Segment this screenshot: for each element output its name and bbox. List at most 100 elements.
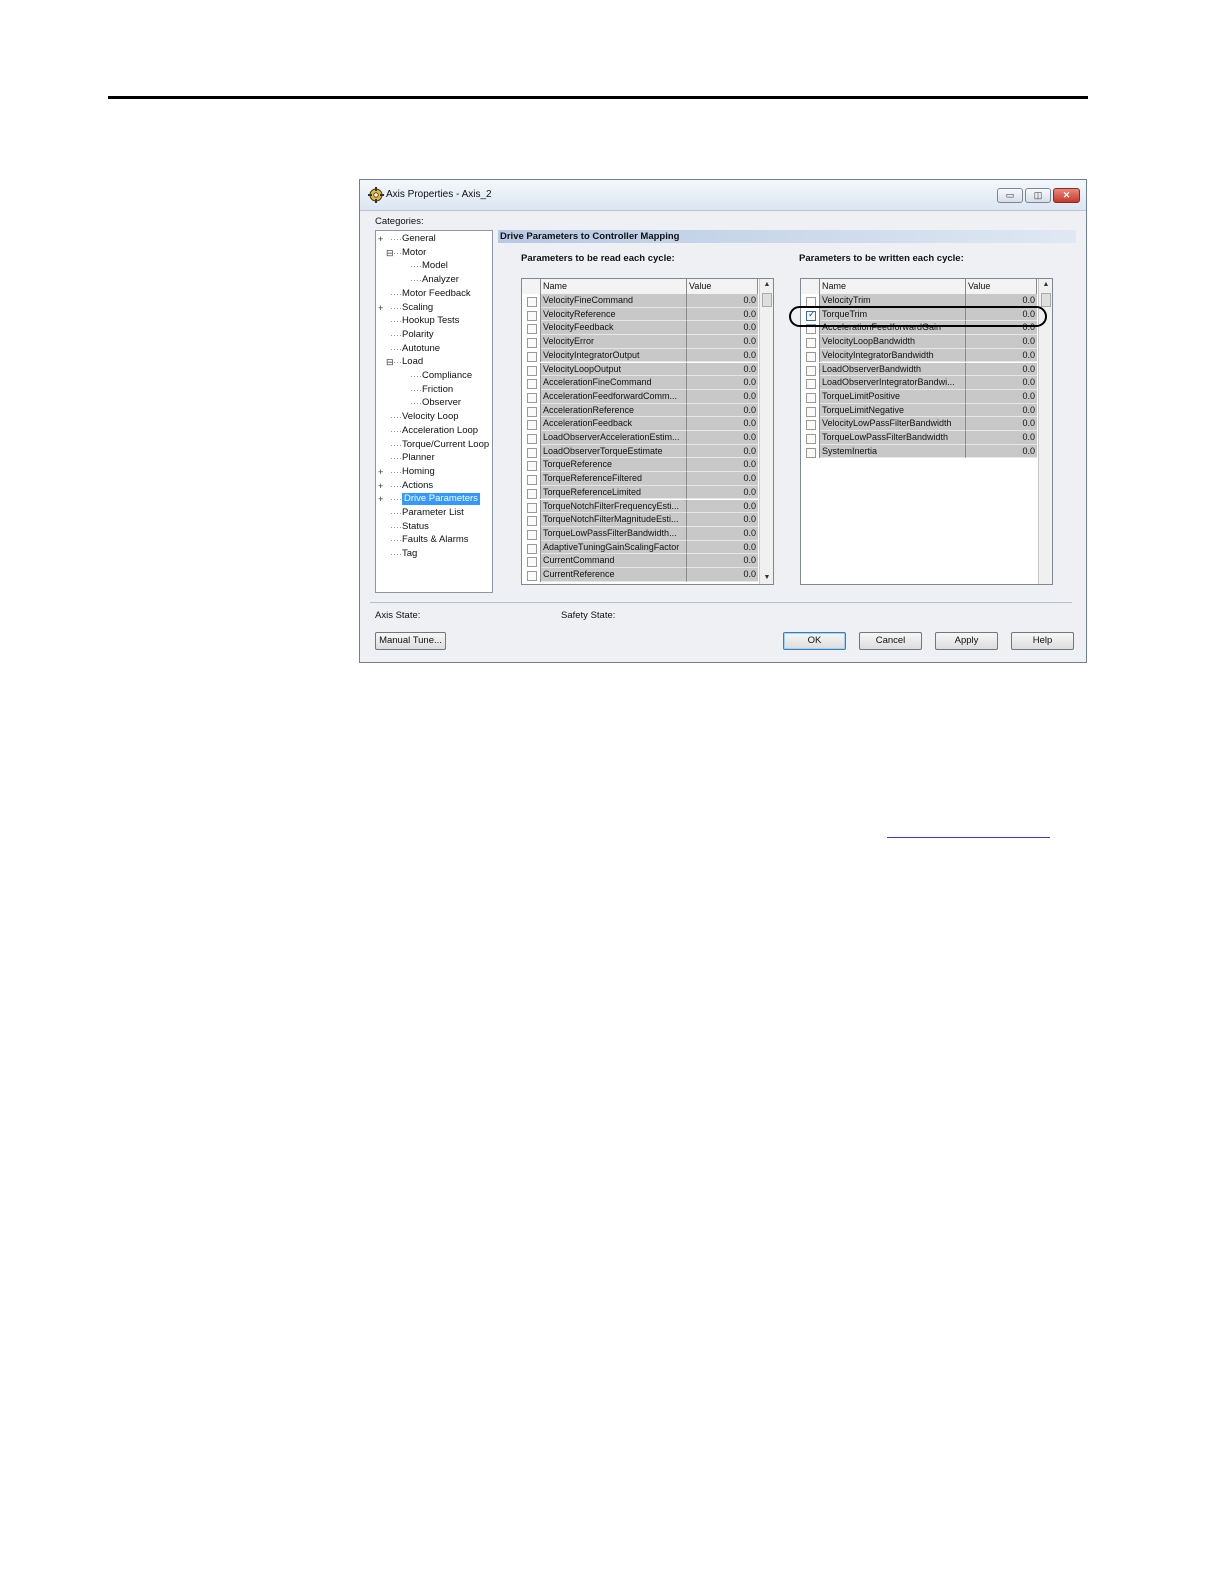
category-model[interactable]: Model	[422, 260, 448, 272]
category-velocity-loop[interactable]: Velocity Loop	[402, 411, 459, 423]
column-header-name[interactable]: Name	[541, 279, 687, 294]
parameter-value[interactable]: 0.0	[687, 444, 758, 459]
parameter-value[interactable]: 0.0	[687, 458, 758, 473]
parameter-value[interactable]: 0.0	[966, 444, 1037, 459]
table-row[interactable]: CurrentReference 0.0	[522, 568, 758, 582]
checkbox[interactable]	[527, 392, 537, 403]
parameter-value[interactable]: 0.0	[687, 362, 758, 377]
close-button[interactable]: ✕	[1053, 188, 1080, 203]
checkbox[interactable]	[527, 420, 537, 431]
checkbox[interactable]	[527, 297, 537, 307]
checkbox[interactable]	[806, 365, 816, 376]
parameter-value[interactable]: 0.0	[687, 417, 758, 431]
parameter-value[interactable]: 0.0	[687, 335, 758, 349]
parameter-value[interactable]: 0.0	[687, 472, 758, 486]
category-homing[interactable]: Homing	[402, 466, 435, 478]
scrollbar-thumb[interactable]	[762, 293, 772, 307]
parameter-value[interactable]: 0.0	[966, 362, 1037, 377]
category-parameter-list[interactable]: Parameter List	[402, 507, 464, 519]
plus-icon[interactable]: +	[378, 303, 383, 313]
checkbox[interactable]	[527, 502, 537, 513]
table-row[interactable]: LoadObserverTorqueEstimate 0.0	[522, 444, 758, 459]
category-hookup-tests[interactable]: Hookup Tests	[402, 315, 459, 327]
parameter-value[interactable]: 0.0	[687, 431, 758, 445]
category-faults-alarms[interactable]: Faults & Alarms	[402, 534, 469, 546]
checkbox[interactable]	[527, 557, 537, 568]
cancel-button[interactable]: Cancel	[859, 632, 922, 650]
checkbox[interactable]	[527, 475, 537, 486]
table-row[interactable]: VelocityFeedback 0.0	[522, 321, 758, 336]
table-row[interactable]: TorqueLimitNegative 0.0	[801, 403, 1037, 418]
parameter-value[interactable]: 0.0	[687, 307, 758, 322]
category-friction[interactable]: Friction	[422, 384, 453, 396]
category-motor-feedback[interactable]: Motor Feedback	[402, 288, 471, 300]
parameter-value[interactable]: 0.0	[687, 321, 758, 336]
checkbox[interactable]	[527, 338, 537, 349]
scroll-down-arrow-icon[interactable]: ▼	[760, 572, 773, 584]
apply-button[interactable]: Apply	[935, 632, 998, 650]
parameter-value[interactable]: 0.0	[966, 376, 1037, 390]
category-autotune[interactable]: Autotune	[402, 343, 440, 355]
table-row[interactable]: VelocityLoopOutput 0.0	[522, 362, 758, 377]
parameter-value[interactable]: 0.0	[687, 499, 758, 514]
table-row[interactable]: VelocityLoopBandwidth 0.0	[801, 335, 1037, 349]
checkbox[interactable]	[806, 420, 816, 431]
plus-icon[interactable]: +	[378, 481, 383, 491]
select-column-header[interactable]	[522, 279, 541, 294]
parameter-value[interactable]: 0.0	[687, 513, 758, 527]
parameter-value[interactable]: 0.0	[966, 403, 1037, 418]
parameter-value[interactable]: 0.0	[687, 485, 758, 500]
checkbox[interactable]	[806, 447, 816, 458]
checkbox[interactable]	[527, 571, 537, 581]
checkbox[interactable]	[527, 434, 537, 444]
category-scaling[interactable]: Scaling	[402, 302, 433, 314]
help-button[interactable]: Help	[1011, 632, 1074, 650]
checkbox[interactable]	[806, 434, 816, 444]
parameter-value[interactable]: 0.0	[687, 526, 758, 541]
parameter-value[interactable]: 0.0	[687, 568, 758, 582]
ok-button[interactable]: OK	[783, 632, 846, 650]
table-row[interactable]: VelocityReference 0.0	[522, 307, 758, 322]
table-row[interactable]: AccelerationFeedback 0.0	[522, 417, 758, 431]
column-header-name[interactable]: Name	[820, 279, 966, 294]
table-row[interactable]: TorqueLowPassFilterBandwidth 0.0	[801, 431, 1037, 445]
parameter-value[interactable]: 0.0	[687, 554, 758, 568]
table-row[interactable]: VelocityLowPassFilterBandwidth 0.0	[801, 417, 1037, 431]
checkbox[interactable]	[527, 365, 537, 376]
table-row[interactable]: LoadObserverBandwidth 0.0	[801, 362, 1037, 377]
parameter-value[interactable]: 0.0	[687, 376, 758, 390]
scrollbar-thumb[interactable]	[1041, 293, 1051, 307]
select-column-header[interactable]	[801, 279, 820, 294]
checkbox[interactable]	[527, 351, 537, 362]
scroll-up-arrow-icon[interactable]: ▲	[760, 279, 773, 291]
parameter-value[interactable]: 0.0	[966, 389, 1037, 404]
table-row[interactable]: AccelerationFeedforwardComm... 0.0	[522, 389, 758, 404]
category-analyzer[interactable]: Analyzer	[422, 274, 459, 286]
parameter-value[interactable]: 0.0	[966, 335, 1037, 349]
category-planner[interactable]: Planner	[402, 452, 435, 464]
checkbox[interactable]	[806, 351, 816, 362]
checkbox[interactable]	[806, 392, 816, 403]
table-row[interactable]: LoadObserverAccelerationEstim... 0.0	[522, 431, 758, 445]
column-header-value[interactable]: Value	[966, 279, 1037, 294]
categories-tree[interactable]: + ···· General ⊟ ···· Motor ···· Model ···· Analy…	[375, 230, 493, 593]
checkbox[interactable]	[527, 310, 537, 321]
table-row[interactable]: VelocityError 0.0	[522, 335, 758, 349]
checkbox[interactable]	[527, 324, 537, 335]
table-row[interactable]: AccelerationFineCommand 0.0	[522, 376, 758, 390]
checkbox[interactable]	[527, 379, 537, 390]
table-row[interactable]: AccelerationReference 0.0	[522, 403, 758, 418]
category-acceleration-loop[interactable]: Acceleration Loop	[402, 425, 478, 437]
parameter-value[interactable]: 0.0	[687, 540, 758, 555]
category-polarity[interactable]: Polarity	[402, 329, 434, 341]
table-row[interactable]: AdaptiveTuningGainScalingFactor 0.0	[522, 540, 758, 555]
table-row[interactable]: TorqueReference 0.0	[522, 458, 758, 473]
checkbox[interactable]	[527, 406, 537, 417]
checkbox[interactable]	[527, 488, 537, 499]
category-status[interactable]: Status	[402, 521, 429, 533]
category-load[interactable]: Load	[402, 356, 423, 368]
table-row[interactable]: VelocityFineCommand 0.0	[522, 294, 758, 308]
parameter-value[interactable]: 0.0	[966, 348, 1037, 363]
parameter-value[interactable]: 0.0	[687, 403, 758, 418]
parameter-value[interactable]: 0.0	[687, 389, 758, 404]
